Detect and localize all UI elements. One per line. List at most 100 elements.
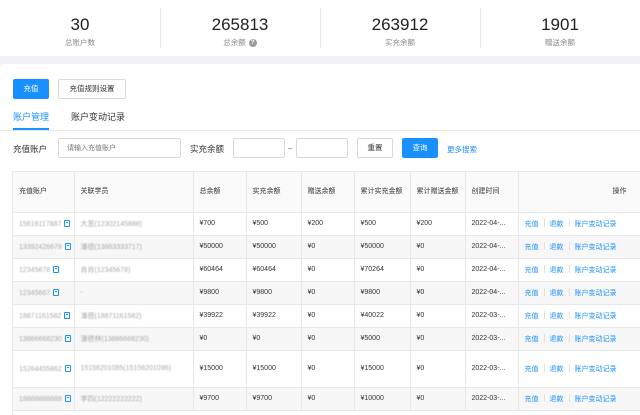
cell-cum-gift: ¥200: [410, 212, 466, 236]
cell-gift: ¥0: [301, 304, 355, 328]
change-records-link[interactable]: 账户变动记录: [575, 366, 617, 373]
account-value: 12345678: [19, 266, 51, 274]
reset-button[interactable]: 重置: [357, 138, 393, 158]
more-search-link[interactable]: 更多搜索: [447, 144, 477, 155]
balance-min-input[interactable]: [233, 138, 285, 158]
change-records-link[interactable]: 账户变动记录: [575, 396, 617, 403]
cell-cum-gift: ¥0: [410, 350, 466, 388]
tab-account-management[interactable]: 账户管理: [13, 110, 50, 130]
stat-value: 30: [70, 15, 90, 34]
cell-actions: 充值 退款 账户变动记录: [518, 387, 640, 411]
refund-link[interactable]: 退款: [550, 244, 564, 251]
cell-actions: 充值 退款 账户变动记录: [518, 350, 640, 388]
change-records-link[interactable]: 账户变动记录: [575, 313, 617, 320]
student-value: 肖肖(12345678): [80, 266, 131, 274]
cell-total: ¥9800: [193, 281, 247, 305]
action-divider: [543, 393, 545, 402]
table-row: 18871161582 潘德(18871161582) ¥39922 ¥39922 ¥0…: [13, 304, 640, 328]
student-value: 潘德(13863333717): [80, 243, 143, 251]
tab-account-change-records[interactable]: 账户变动记录: [71, 110, 125, 130]
cell-cum-gift: ¥0: [410, 258, 466, 282]
copy-icon[interactable]: [64, 219, 71, 227]
cell-actions: 充值 退款 账户变动记录: [518, 235, 640, 259]
cell-created: 2022-04-...: [465, 258, 519, 282]
stats-bar: 30 总账户数 265813 总余额? 263912 实充余额 1901 赠送余…: [0, 0, 640, 56]
cell-total: ¥15000: [193, 350, 247, 388]
cell-actions: 充值 退款 账户变动记录: [518, 258, 640, 282]
action-divider: [543, 241, 545, 250]
tab-divider: [0, 130, 640, 131]
copy-icon[interactable]: [53, 265, 60, 273]
stat-real-balance: 263912 实充余额: [320, 6, 480, 50]
copy-icon[interactable]: [64, 364, 71, 372]
account-value: 18871161582: [19, 312, 62, 320]
change-records-link[interactable]: 账户变动记录: [575, 336, 617, 343]
action-divider: [543, 264, 545, 273]
recharge-button[interactable]: 充值: [13, 79, 49, 99]
cell-total: ¥39922: [193, 304, 247, 328]
cell-student: 潘德(13863333717): [74, 235, 194, 259]
cell-gift: ¥0: [301, 235, 355, 259]
recharge-link[interactable]: 充值: [525, 336, 539, 343]
copy-icon[interactable]: [64, 311, 71, 319]
refund-link[interactable]: 退款: [550, 396, 564, 403]
cell-real: ¥15000: [246, 350, 302, 388]
account-value: 15264455862: [19, 365, 62, 373]
question-circle-icon[interactable]: ?: [248, 39, 257, 47]
col-header-cum-real: 累计实充金额: [354, 172, 411, 213]
account-value: 12345667: [19, 289, 51, 297]
refund-link[interactable]: 退款: [550, 313, 564, 320]
stat-value: 265813: [211, 15, 269, 34]
recharge-link[interactable]: 充值: [525, 267, 539, 274]
cell-real: ¥500: [246, 212, 302, 236]
copy-icon[interactable]: [64, 394, 71, 402]
cell-real: ¥0: [246, 327, 302, 351]
change-records-link[interactable]: 账户变动记录: [575, 290, 617, 297]
recharge-link[interactable]: 充值: [525, 290, 539, 297]
refund-link[interactable]: 退款: [550, 366, 564, 373]
cell-created: 2022-04-...: [465, 212, 519, 236]
cell-actions: 充值 退款 账户变动记录: [518, 327, 640, 351]
cell-gift: ¥0: [301, 281, 355, 305]
cell-actions: 充值 退款 账户变动记录: [518, 304, 640, 328]
refund-link[interactable]: 退款: [550, 336, 564, 343]
stat-label: 总余额?: [223, 37, 257, 49]
cell-cum-gift: ¥0: [410, 235, 466, 259]
copy-icon[interactable]: [64, 242, 71, 250]
cell-cum-gift: ¥0: [410, 387, 466, 411]
cell-account: 13392426678: [13, 235, 75, 259]
action-divider: [568, 393, 570, 402]
cell-cum-gift: ¥0: [410, 304, 466, 328]
change-records-link[interactable]: 账户变动记录: [575, 267, 617, 274]
change-records-link[interactable]: 账户变动记录: [575, 221, 617, 228]
recharge-link[interactable]: 充值: [525, 221, 539, 228]
stat-value: 263912: [371, 15, 429, 34]
search-button[interactable]: 查询: [402, 138, 438, 158]
cell-student: 15156201085(15156201096): [74, 350, 194, 388]
cell-gift: ¥200: [301, 212, 355, 236]
balance-max-input[interactable]: [296, 138, 348, 158]
cell-created: 2022-03-...: [465, 327, 519, 351]
cell-created: 2022-03-...: [465, 387, 519, 411]
cell-real: ¥39922: [246, 304, 302, 328]
account-value: 18888888888: [19, 395, 62, 403]
cell-actions: 充值 退款 账户变动记录: [518, 212, 640, 236]
change-records-link[interactable]: 账户变动记录: [575, 244, 617, 251]
cell-gift: ¥0: [301, 350, 355, 388]
refund-link[interactable]: 退款: [550, 290, 564, 297]
recharge-link[interactable]: 充值: [525, 313, 539, 320]
recharge-rules-button[interactable]: 充值规则设置: [58, 79, 126, 99]
stat-label: 赠送余额: [545, 38, 575, 47]
recharge-link[interactable]: 充值: [525, 244, 539, 251]
cell-cum-real: ¥40022: [354, 304, 411, 328]
refund-link[interactable]: 退款: [550, 221, 564, 228]
account-search-input[interactable]: [58, 138, 181, 158]
recharge-link[interactable]: 充值: [525, 366, 539, 373]
copy-icon[interactable]: [53, 288, 60, 296]
account-value: 15616117887: [19, 220, 62, 228]
stat-label: 实充余额: [385, 38, 415, 47]
cell-gift: ¥0: [301, 327, 355, 351]
refund-link[interactable]: 退款: [550, 267, 564, 274]
recharge-link[interactable]: 充值: [525, 396, 539, 403]
copy-icon[interactable]: [64, 334, 71, 342]
